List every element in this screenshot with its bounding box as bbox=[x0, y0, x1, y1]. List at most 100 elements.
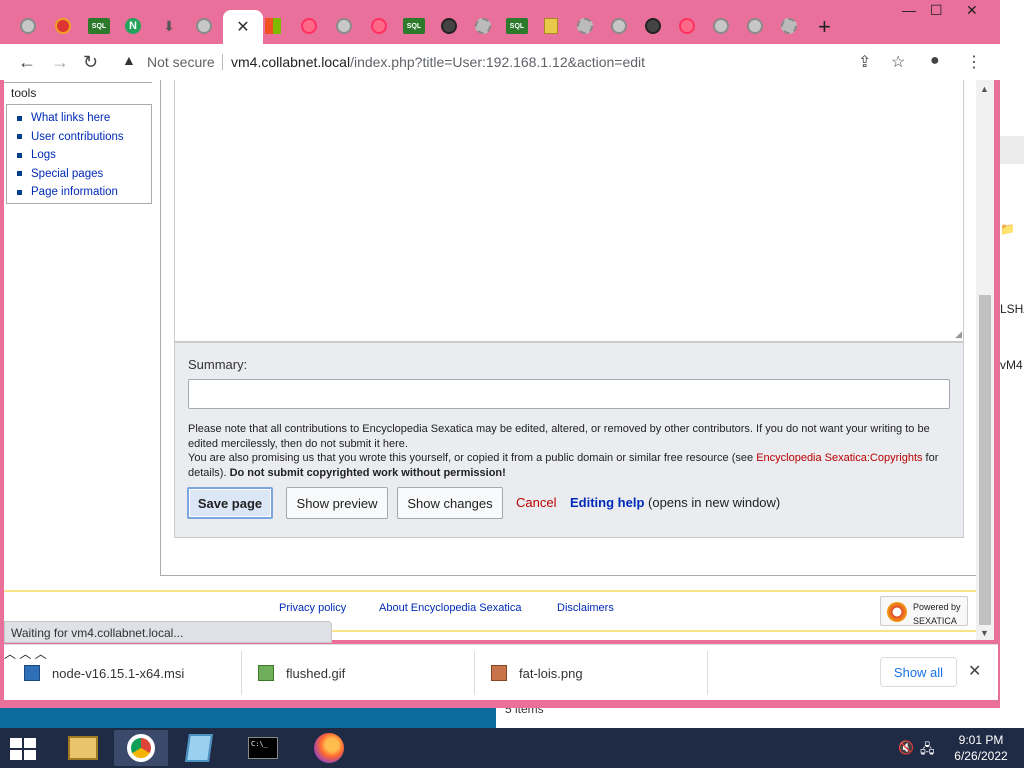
close-tab-icon[interactable]: ✕ bbox=[236, 17, 249, 37]
tab-13[interactable] bbox=[435, 12, 463, 40]
rebel-icon bbox=[645, 18, 661, 34]
scrollbar-thumb[interactable] bbox=[979, 295, 991, 625]
notice-warning: Do not submit copyrighted work without p… bbox=[229, 466, 506, 479]
resize-grip-icon[interactable]: ◢ bbox=[955, 329, 962, 340]
summary-input[interactable] bbox=[188, 379, 950, 409]
powered-line-2: SEXATICA bbox=[913, 616, 957, 626]
divider bbox=[241, 651, 242, 695]
save-page-button[interactable]: Save page bbox=[187, 487, 273, 519]
profile-icon[interactable]: ● bbox=[930, 52, 940, 70]
tab-3[interactable]: SQL bbox=[85, 12, 113, 40]
page-scrollbar[interactable]: ▲ ▼ bbox=[976, 80, 994, 640]
globe-icon bbox=[747, 18, 763, 34]
show-changes-button[interactable]: Show changes bbox=[397, 487, 503, 519]
tab-18[interactable] bbox=[605, 12, 633, 40]
privacy-policy-link[interactable]: Privacy policy bbox=[279, 602, 346, 614]
firefox-taskbar-button[interactable] bbox=[302, 730, 356, 766]
maximize-button[interactable]: ☐ bbox=[930, 2, 943, 19]
volume-muted-icon[interactable]: 🔇 bbox=[898, 740, 914, 756]
tab-23[interactable] bbox=[775, 12, 803, 40]
scroll-down-icon[interactable]: ▼ bbox=[980, 628, 989, 638]
tab-22[interactable] bbox=[741, 12, 769, 40]
new-tab-button[interactable]: + bbox=[818, 14, 831, 40]
back-arrow-icon[interactable]: ← bbox=[18, 52, 36, 73]
gear-icon bbox=[781, 18, 797, 34]
globe-icon bbox=[611, 18, 627, 34]
share-icon[interactable]: ⇪ bbox=[858, 52, 871, 72]
globe-icon bbox=[713, 18, 729, 34]
show-preview-button[interactable]: Show preview bbox=[286, 487, 388, 519]
show-all-button[interactable]: Show all bbox=[880, 657, 957, 687]
tab-active[interactable]: ✕ bbox=[223, 10, 263, 44]
tab-2[interactable] bbox=[49, 12, 77, 40]
tab-21[interactable] bbox=[707, 12, 735, 40]
sidebar-item-user-contributions[interactable]: User contributions bbox=[17, 128, 151, 147]
sidebar-item-page-information[interactable]: Page information bbox=[17, 183, 151, 202]
chevron-up-icon[interactable]: ︿ bbox=[4, 647, 16, 661]
network-icon[interactable]: 🖧 bbox=[920, 740, 935, 762]
copyrights-link[interactable]: Encyclopedia Sexatica:Copyrights bbox=[756, 452, 922, 464]
browser-toolbar: ← → ↻ ▲ Not secure vm4.collabnet.local/i… bbox=[0, 44, 1000, 80]
sidebar-item-special-pages[interactable]: Special pages bbox=[17, 165, 151, 184]
address-bar[interactable]: ▲ Not secure vm4.collabnet.local/index.p… bbox=[114, 48, 894, 76]
tab-strip: SQL N ⬇ ✕ SQL SQL + — ☐ ✕ bbox=[0, 0, 1000, 44]
app-icon bbox=[679, 18, 695, 34]
tab-14[interactable] bbox=[469, 12, 497, 40]
download-item[interactable]: flushed.gif bbox=[258, 645, 345, 701]
reload-icon[interactable]: ↻ bbox=[83, 52, 98, 73]
tab-17[interactable] bbox=[571, 12, 599, 40]
notepad-icon bbox=[185, 734, 213, 762]
url-host: vm4.collabnet.local bbox=[231, 54, 351, 70]
powered-by-badge[interactable]: Powered by SEXATICA bbox=[880, 596, 968, 626]
chrome-taskbar-button[interactable] bbox=[114, 730, 168, 766]
tab-6[interactable] bbox=[190, 12, 218, 40]
tab-16[interactable] bbox=[537, 12, 565, 40]
divider bbox=[707, 651, 708, 695]
cancel-link[interactable]: Cancel bbox=[516, 495, 556, 510]
scroll-up-icon[interactable]: ▲ bbox=[980, 84, 989, 94]
edit-textarea[interactable]: ◢ bbox=[174, 80, 964, 342]
star-icon[interactable]: ☆ bbox=[891, 52, 905, 72]
menu-icon[interactable]: ⋮ bbox=[966, 52, 982, 72]
tab-10[interactable] bbox=[330, 12, 358, 40]
about-link[interactable]: About Encyclopedia Sexatica bbox=[379, 602, 521, 614]
notepad-taskbar-button[interactable] bbox=[172, 730, 226, 766]
explorer-taskbar-button[interactable] bbox=[56, 730, 110, 766]
url-text[interactable]: vm4.collabnet.local/index.php?title=User… bbox=[231, 54, 645, 70]
tab-20[interactable] bbox=[673, 12, 701, 40]
tools-box: What links here User contributions Logs … bbox=[6, 104, 152, 204]
cmd-taskbar-button[interactable]: C:\_ bbox=[236, 730, 290, 766]
tab-4[interactable]: N bbox=[119, 12, 147, 40]
tab-15[interactable]: SQL bbox=[503, 12, 531, 40]
app-icon bbox=[55, 18, 71, 34]
minimize-button[interactable]: — bbox=[902, 2, 916, 18]
tab-11[interactable] bbox=[365, 12, 393, 40]
system-clock[interactable]: 9:01 PM 6/26/2022 bbox=[946, 732, 1016, 764]
tab-1[interactable] bbox=[14, 12, 42, 40]
tab-8[interactable] bbox=[259, 12, 287, 40]
clock-date: 6/26/2022 bbox=[954, 749, 1008, 763]
close-window-button[interactable]: ✕ bbox=[966, 2, 978, 19]
tab-5[interactable]: ⬇ bbox=[155, 12, 183, 40]
web-page: tools What links here User contributions… bbox=[4, 80, 976, 640]
clock-time: 9:01 PM bbox=[958, 733, 1004, 747]
tab-12[interactable]: SQL bbox=[400, 12, 428, 40]
tab-9[interactable] bbox=[295, 12, 323, 40]
sidebar-item-what-links-here[interactable]: What links here bbox=[17, 109, 151, 128]
tab-19[interactable] bbox=[639, 12, 667, 40]
app-icon bbox=[301, 18, 317, 34]
warning-icon[interactable]: ▲ bbox=[122, 52, 136, 68]
disclaimers-link[interactable]: Disclaimers bbox=[557, 602, 614, 614]
installer-icon bbox=[24, 665, 40, 681]
sidebar-item-logs[interactable]: Logs bbox=[17, 146, 151, 165]
windows-start-icon[interactable] bbox=[10, 738, 38, 760]
download-item[interactable]: node-v16.15.1-x64.msi bbox=[24, 645, 184, 701]
security-label[interactable]: Not secure bbox=[147, 54, 215, 70]
forward-arrow-icon[interactable]: → bbox=[51, 52, 69, 73]
globe-icon bbox=[336, 18, 352, 34]
download-icon: ⬇ bbox=[163, 17, 175, 34]
editing-help-link[interactable]: Editing help bbox=[570, 495, 644, 510]
background-text-b: vM4 bbox=[1000, 358, 1023, 372]
download-item[interactable]: fat-lois.png bbox=[491, 645, 583, 701]
close-icon[interactable]: ✕ bbox=[968, 661, 981, 681]
